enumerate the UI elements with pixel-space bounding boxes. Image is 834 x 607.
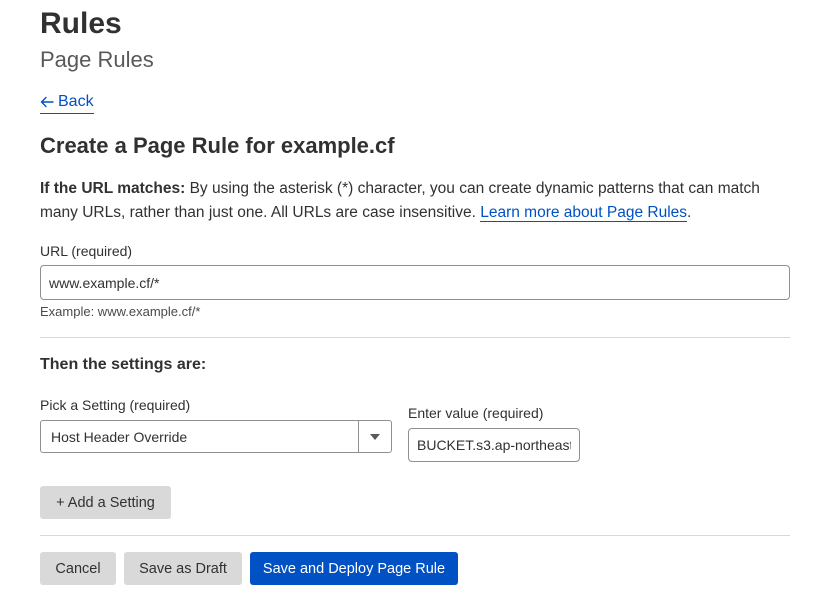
url-match-end: . [687,204,692,221]
divider [40,337,790,338]
url-match-title: If the URL matches: [40,180,186,197]
settings-heading: Then the settings are: [40,356,207,373]
url-example: Example: www.example.cf/* [40,304,201,319]
setting-label: Pick a Setting (required) [40,397,191,413]
url-label: URL (required) [40,243,133,259]
value-input[interactable] [408,428,580,462]
setting-select-value: Host Header Override [51,428,188,445]
page-title: Rules [40,7,122,40]
value-label: Enter value (required) [408,405,544,421]
arrow-left-icon [40,96,54,108]
chevron-down-icon [370,433,380,440]
setting-select[interactable]: Host Header Override [40,420,392,453]
form-heading: Create a Page Rule for example.cf [40,133,395,158]
page-subtitle: Page Rules [40,47,154,72]
back-link[interactable]: Back [40,92,94,114]
url-match-description: If the URL matches: By using the asteris… [40,177,800,225]
divider [40,535,790,536]
cancel-button[interactable]: Cancel [40,552,116,585]
learn-more-link[interactable]: Learn more about Page Rules [480,204,688,222]
back-label: Back [58,93,94,110]
save-draft-button[interactable]: Save as Draft [124,552,242,585]
add-setting-button[interactable]: + Add a Setting [40,486,171,519]
select-caret[interactable] [358,421,391,452]
save-deploy-button[interactable]: Save and Deploy Page Rule [250,552,458,585]
url-input[interactable] [40,265,790,300]
